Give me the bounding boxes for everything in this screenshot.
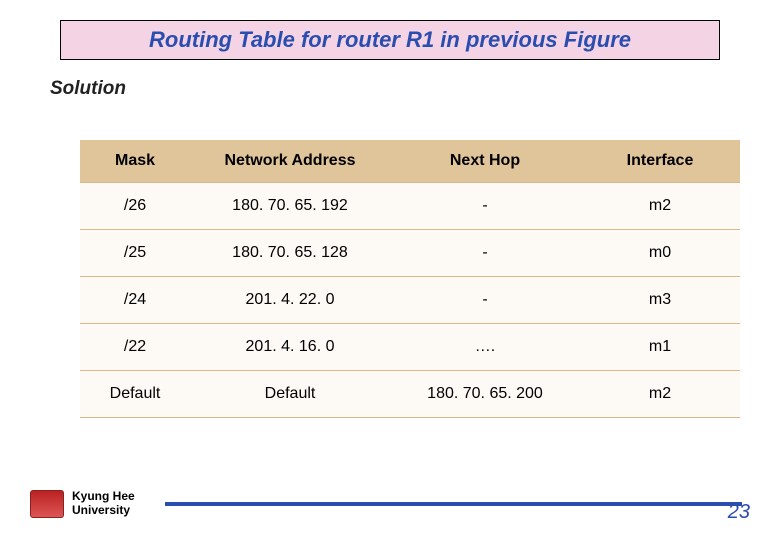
cell-iface: m2 (580, 183, 740, 230)
uni-line2: University (72, 504, 135, 518)
header-network-address: Network Address (190, 140, 390, 183)
table-header-row: Mask Network Address Next Hop Interface (80, 140, 740, 183)
table-row: /24 201. 4. 22. 0 - m3 (80, 277, 740, 324)
university-name: Kyung Hee University (72, 490, 135, 518)
cell-hop: …. (390, 324, 580, 371)
cell-net: 201. 4. 22. 0 (190, 277, 390, 324)
cell-hop: - (390, 183, 580, 230)
cell-hop: 180. 70. 65. 200 (390, 371, 580, 418)
title-banner: Routing Table for router R1 in previous … (60, 20, 720, 60)
cell-net: 180. 70. 65. 192 (190, 183, 390, 230)
header-next-hop: Next Hop (390, 140, 580, 183)
slide-footer: Kyung Hee University 23 (30, 490, 750, 518)
solution-label: Solution (50, 78, 750, 100)
cell-mask: Default (80, 371, 190, 418)
page-title: Routing Table for router R1 in previous … (81, 27, 699, 53)
cell-net: Default (190, 371, 390, 418)
cell-iface: m2 (580, 371, 740, 418)
cell-mask: /25 (80, 230, 190, 277)
header-mask: Mask (80, 140, 190, 183)
header-interface: Interface (580, 140, 740, 183)
cell-mask: /24 (80, 277, 190, 324)
table-row: Default Default 180. 70. 65. 200 m2 (80, 371, 740, 418)
cell-hop: - (390, 277, 580, 324)
table-row: /25 180. 70. 65. 128 - m0 (80, 230, 740, 277)
cell-iface: m1 (580, 324, 740, 371)
table-row: /26 180. 70. 65. 192 - m2 (80, 183, 740, 230)
routing-table: Mask Network Address Next Hop Interface … (80, 140, 740, 418)
cell-mask: /26 (80, 183, 190, 230)
cell-hop: - (390, 230, 580, 277)
logo-icon (30, 490, 64, 518)
cell-net: 201. 4. 16. 0 (190, 324, 390, 371)
university-logo: Kyung Hee University (30, 490, 135, 518)
uni-line1: Kyung Hee (72, 490, 135, 504)
table-row: /22 201. 4. 16. 0 …. m1 (80, 324, 740, 371)
page-number: 23 (728, 501, 750, 524)
cell-net: 180. 70. 65. 128 (190, 230, 390, 277)
cell-mask: /22 (80, 324, 190, 371)
cell-iface: m3 (580, 277, 740, 324)
footer-rule (165, 502, 742, 506)
cell-iface: m0 (580, 230, 740, 277)
